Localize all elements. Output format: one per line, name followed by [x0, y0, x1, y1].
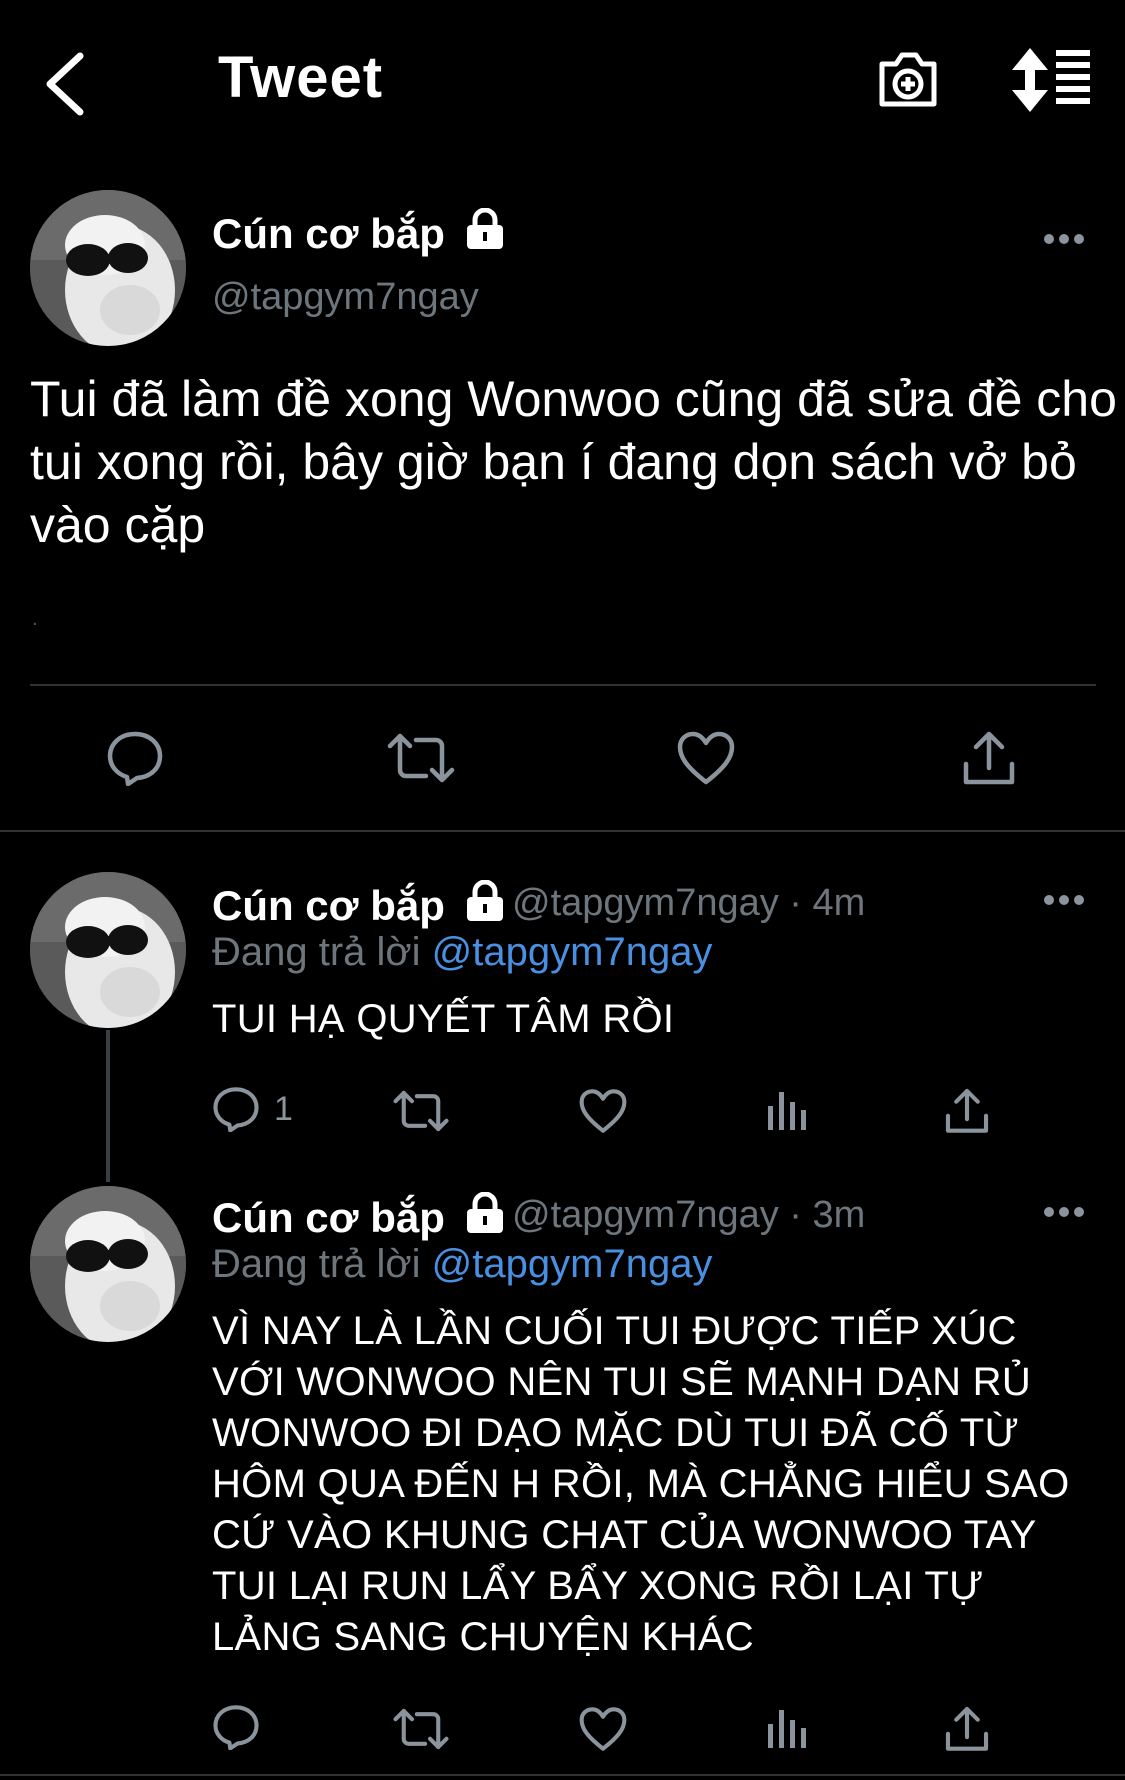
- more-options-icon[interactable]: [1044, 234, 1084, 246]
- chevron-left-icon[interactable]: [38, 42, 98, 122]
- retweet-icon[interactable]: [392, 1706, 450, 1752]
- mention-link[interactable]: @tapgym7ngay: [432, 1242, 713, 1286]
- reply-count: 1: [274, 1090, 293, 1128]
- avatar[interactable]: [30, 1186, 186, 1342]
- author-handle[interactable]: @tapgym7ngay: [212, 276, 479, 319]
- lock-icon: [466, 1192, 503, 1233]
- lock-icon: [466, 208, 503, 249]
- divider: [0, 1774, 1125, 1776]
- timestamp[interactable]: 4m: [813, 882, 866, 924]
- avatar-dog-image: [30, 190, 186, 346]
- retweet-icon[interactable]: [392, 1088, 450, 1134]
- like-icon[interactable]: [578, 1088, 628, 1134]
- analytics-icon[interactable]: [764, 1088, 808, 1132]
- reply-icon[interactable]: [212, 1704, 260, 1750]
- top-bar: Tweet: [0, 0, 1125, 170]
- reply-handle-time: @tapgym7ngay · 3m: [512, 1194, 865, 1237]
- lock-icon: [466, 880, 503, 921]
- reply-icon[interactable]: [106, 730, 164, 786]
- replying-to: Đang trả lời @tapgym7ngay: [212, 1242, 713, 1286]
- reply-text: TUI HẠ QUYẾT TÂM RỒI: [212, 997, 675, 1041]
- more-options-icon[interactable]: [1044, 895, 1084, 907]
- timestamp[interactable]: 3m: [813, 1194, 866, 1236]
- separator: ·: [789, 882, 802, 924]
- reply-text: VÌ NAY LÀ LẦN CUỐI TUI ĐƯỢC TIẾP XÚC VỚI…: [212, 1309, 1070, 1659]
- share-icon[interactable]: [944, 1704, 990, 1752]
- reply-icon[interactable]: [212, 1086, 260, 1132]
- share-icon[interactable]: [962, 728, 1016, 786]
- analytics-icon[interactable]: [764, 1706, 808, 1750]
- avatar-dog-image: [30, 1186, 186, 1342]
- like-icon[interactable]: [578, 1706, 628, 1752]
- divider: [30, 684, 1096, 686]
- share-icon[interactable]: [944, 1086, 990, 1134]
- page-title: Tweet: [218, 45, 384, 110]
- sort-icon[interactable]: [1012, 48, 1092, 112]
- separator: ·: [789, 1194, 802, 1236]
- author-handle[interactable]: @tapgym7ngay: [512, 882, 779, 924]
- mention-link[interactable]: @tapgym7ngay: [432, 930, 713, 974]
- avatar[interactable]: [30, 190, 186, 346]
- retweet-icon[interactable]: [386, 730, 456, 786]
- avatar[interactable]: [30, 872, 186, 1028]
- author-name[interactable]: Cún cơ bắp: [212, 1192, 505, 1242]
- author-handle[interactable]: @tapgym7ngay: [512, 1194, 779, 1236]
- author-name[interactable]: Cún cơ bắp: [212, 880, 505, 930]
- reply-handle-time: @tapgym7ngay · 4m: [512, 882, 865, 925]
- tweet-dot: .: [32, 608, 38, 630]
- author-name[interactable]: Cún cơ bắp: [212, 208, 505, 258]
- avatar-dog-image: [30, 872, 186, 1028]
- tweet-text: Tui đã làm đề xong Wonwoo cũng đã sửa đề…: [30, 371, 1117, 553]
- divider: [0, 830, 1125, 832]
- replying-to: Đang trả lời @tapgym7ngay: [212, 930, 713, 974]
- more-options-icon[interactable]: [1044, 1207, 1084, 1219]
- like-icon[interactable]: [676, 730, 736, 786]
- thread-line: [106, 1030, 110, 1182]
- camera-add-icon[interactable]: [876, 46, 940, 112]
